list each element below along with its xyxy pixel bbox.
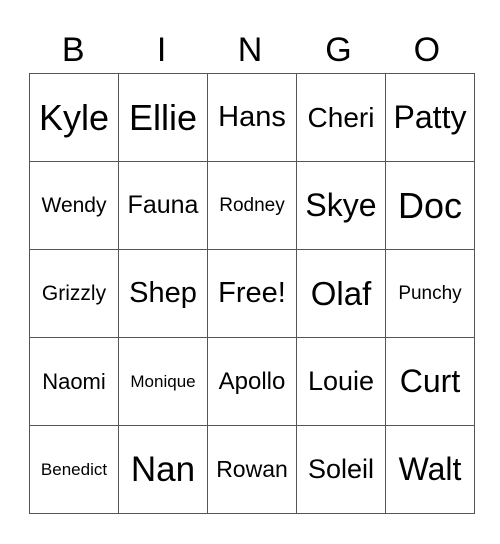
bingo-card-grid: Kyle Ellie Hans Cheri Patty Wendy Fauna Rodney S…	[29, 73, 475, 514]
bingo-cell[interactable]: Grizzly	[29, 249, 119, 338]
bingo-cell[interactable]: Soleil	[296, 425, 386, 514]
bingo-cell[interactable]: Doc	[385, 161, 475, 250]
bingo-row: Kyle Ellie Hans Cheri Patty	[29, 73, 475, 162]
bingo-row: Naomi Monique Apollo Louie Curt	[29, 337, 475, 426]
bingo-header: B I N G O	[29, 28, 471, 72]
bingo-cell[interactable]: Rowan	[207, 425, 297, 514]
bingo-cell[interactable]: Apollo	[207, 337, 297, 426]
bingo-cell[interactable]: Curt	[385, 337, 475, 426]
bingo-cell[interactable]: Rodney	[207, 161, 297, 250]
free-space-cell[interactable]: Free!	[207, 249, 297, 338]
bingo-cell[interactable]: Cheri	[296, 73, 386, 162]
bingo-cell[interactable]: Hans	[207, 73, 297, 162]
bingo-cell[interactable]: Fauna	[118, 161, 208, 250]
header-letter-b: B	[61, 31, 85, 69]
bingo-cell[interactable]: Shep	[118, 249, 208, 338]
bingo-cell[interactable]: Nan	[118, 425, 208, 514]
bingo-cell[interactable]: Louie	[296, 337, 386, 426]
bingo-row: Benedict Nan Rowan Soleil Walt	[29, 425, 475, 514]
bingo-cell[interactable]: Benedict	[29, 425, 119, 514]
bingo-cell[interactable]: Wendy	[29, 161, 119, 250]
bingo-cell[interactable]: Kyle	[29, 73, 119, 162]
header-letter-n: N	[237, 31, 263, 69]
bingo-cell[interactable]: Naomi	[29, 337, 119, 426]
bingo-cell[interactable]: Walt	[385, 425, 475, 514]
header-letter-o: O	[413, 31, 441, 69]
bingo-row: Wendy Fauna Rodney Skye Doc	[29, 161, 475, 250]
bingo-row: Grizzly Shep Free! Olaf Punchy	[29, 249, 475, 338]
header-letter-i: I	[156, 31, 167, 69]
bingo-cell[interactable]: Skye	[296, 161, 386, 250]
bingo-cell[interactable]: Olaf	[296, 249, 386, 338]
bingo-cell[interactable]: Patty	[385, 73, 475, 162]
bingo-cell[interactable]: Punchy	[385, 249, 475, 338]
bingo-cell[interactable]: Ellie	[118, 73, 208, 162]
bingo-cell[interactable]: Monique	[118, 337, 208, 426]
header-letter-g: G	[325, 31, 352, 69]
